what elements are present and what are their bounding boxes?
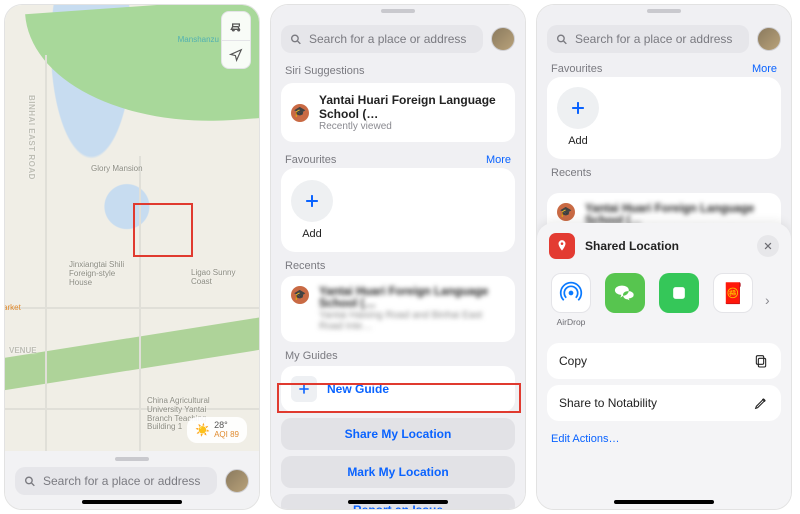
section-recents: Recents [271,252,525,276]
favourites-more[interactable]: More [486,154,511,166]
airdrop-icon [558,280,584,306]
close-icon [763,241,773,251]
sheet-grabber[interactable] [381,9,415,13]
section-guides: My Guides [271,342,525,366]
phone-share-sheet: Search for a place or address Favourites… [536,4,792,510]
recent-title: Yantai Huari Foreign Language School (… [319,286,505,310]
app-wechat[interactable] [603,273,647,327]
wechat-icon [614,282,636,304]
highlight-box-location [133,203,193,257]
search-icon [23,475,37,488]
chevron-right-icon: › [765,292,770,308]
edit-actions-link[interactable]: Edit Actions… [537,421,791,457]
search-icon [289,33,303,46]
pencil-icon [753,395,769,411]
app-icon: 🧧 [721,281,746,306]
close-button[interactable] [757,235,779,257]
school-icon: 🎓 [291,286,309,304]
copy-icon [753,353,769,369]
app-icon [669,283,689,303]
weather-chip[interactable]: ☀️ 28° AQI 89 [187,417,247,443]
app-label: AirDrop [557,317,586,327]
add-favourite[interactable]: Add [291,180,333,240]
siri-item-subtitle: Recently viewed [319,121,505,132]
highlight-box-share [277,383,521,413]
section-favourites: Favourites [285,154,336,166]
recent-subtitle: Yantai Haixing Road and Binhai East Road… [319,310,505,332]
profile-avatar[interactable] [491,27,515,51]
profile-avatar[interactable] [757,27,781,51]
siri-item-title: Yantai Huari Foreign Language School (… [319,93,505,121]
add-label: Add [557,135,599,147]
directions-icon[interactable] [222,12,250,40]
home-indicator [614,500,714,504]
home-indicator [82,500,182,504]
mark-my-location-button[interactable]: Mark My Location [281,456,515,488]
section-favourites: Favourites [551,63,602,75]
share-notability-label: Share to Notability [559,396,657,410]
search-icon [555,33,569,46]
map-label: Jinxiangtai Shili Foreign-style House [69,261,129,287]
add-label: Add [291,228,333,240]
school-icon: 🎓 [557,203,575,221]
phone-sheet-expanded: Search for a place or address Siri Sugge… [270,4,526,510]
search-placeholder: Search for a place or address [43,474,200,488]
share-sheet: Shared Location [537,223,791,509]
map-label: arket [4,303,21,312]
share-apps-row: AirDrop [537,269,791,337]
copy-label: Copy [559,354,587,368]
share-title: Shared Location [585,239,747,253]
search-input[interactable]: Search for a place or address [15,467,217,495]
weather-aqi: AQI 89 [214,430,239,440]
plus-icon [302,191,322,211]
map-label: Ligao Sunny Coast [191,269,237,287]
sun-icon: ☀️ [195,423,210,437]
weather-temp: 28° [214,420,239,431]
school-icon: 🎓 [291,104,309,122]
plus-icon [568,98,588,118]
sheet-grabber[interactable] [115,457,149,461]
profile-avatar[interactable] [225,469,249,493]
siri-card[interactable]: 🎓 Yantai Huari Foreign Language School (… [281,83,515,142]
search-input[interactable]: Search for a place or address [547,25,749,53]
phone-map: Manshanzu Glory Mansion Jinxiangtai Shil… [4,4,260,510]
section-recents: Recents [537,159,791,183]
recent-card[interactable]: 🎓 Yantai Huari Foreign Language School (… [281,276,515,342]
share-notability-row[interactable]: Share to Notability [547,385,781,421]
search-placeholder: Search for a place or address [309,32,466,46]
map-label: Glory Mansion [91,165,143,174]
section-siri: Siri Suggestions [271,57,525,81]
app-4[interactable]: 🧧 [711,273,755,327]
favourites-card: Add [281,168,515,252]
app-airdrop[interactable]: AirDrop [549,273,593,327]
map-label: Manshanzu [178,35,219,44]
search-input[interactable]: Search for a place or address [281,25,483,53]
map-controls [221,11,251,69]
copy-row[interactable]: Copy [547,343,781,379]
sheet-grabber[interactable] [647,9,681,13]
favourites-card: Add [547,77,781,159]
map-label: VENUE [9,347,37,356]
location-pin-icon [549,233,575,259]
search-placeholder: Search for a place or address [575,32,732,46]
add-favourite[interactable]: Add [557,87,599,147]
app-3[interactable] [657,273,701,327]
locate-icon[interactable] [222,40,250,68]
home-indicator [348,500,448,504]
share-my-location-button[interactable]: Share My Location [281,418,515,450]
favourites-more[interactable]: More [752,63,777,75]
map-road-label: BINHAI EAST ROAD [26,95,35,180]
